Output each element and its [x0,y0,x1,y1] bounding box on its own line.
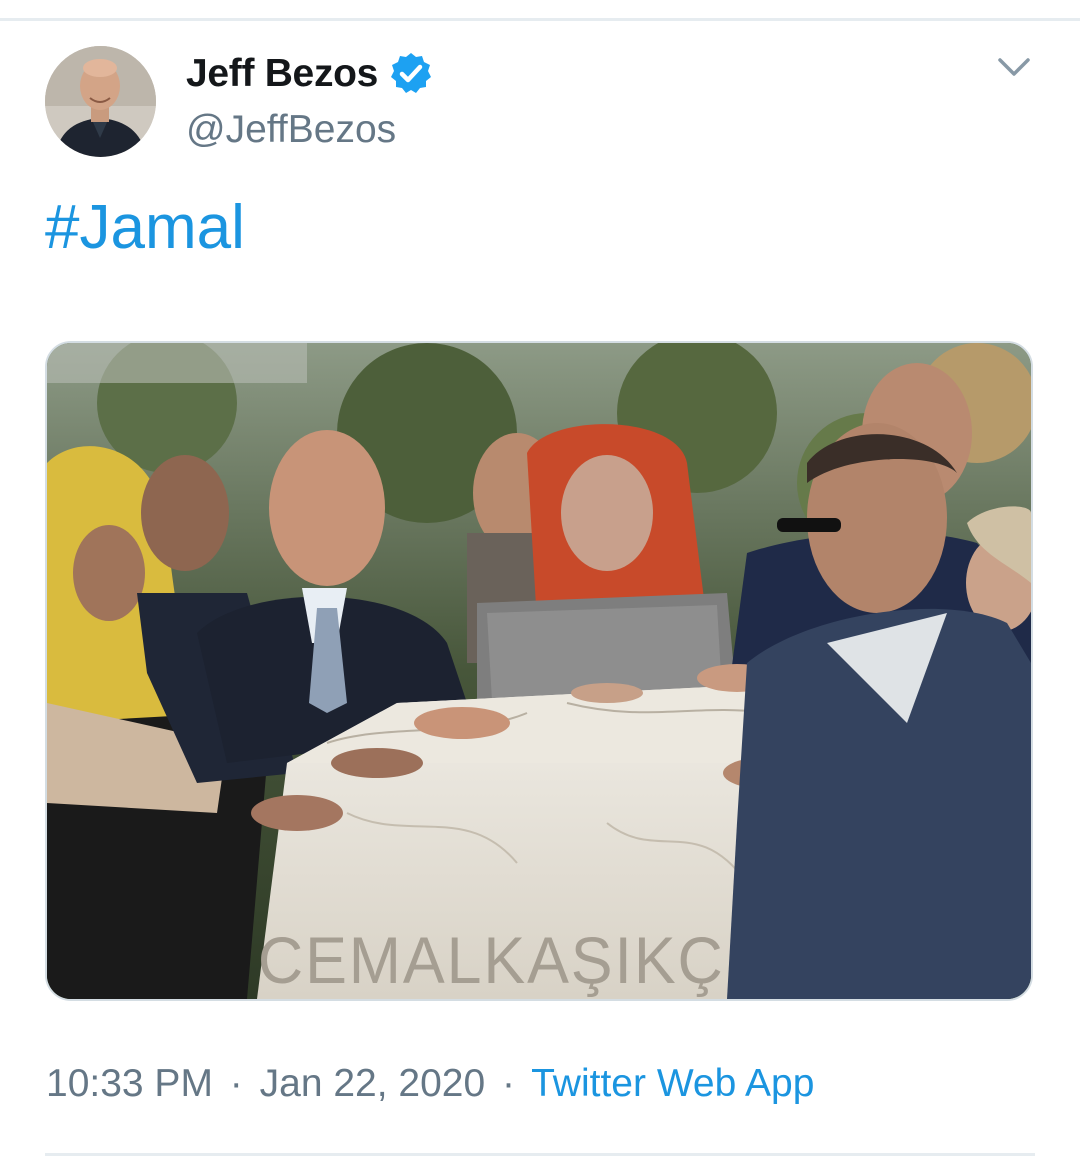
tweet-hashtag-link[interactable]: #Jamal [45,192,245,263]
verified-badge-icon [391,53,432,93]
meta-separator: · [502,1062,515,1105]
author-avatar[interactable] [45,46,156,157]
author-name-row: Jeff Bezos [186,50,434,98]
avatar-image [45,46,156,157]
tweet-source-link[interactable]: Twitter Web App [531,1062,814,1105]
tweet-date[interactable]: Jan 22, 2020 [260,1062,486,1105]
meta-separator: · [229,1062,243,1105]
tweet-photo[interactable]: CEMALKAŞIKÇI [45,341,1033,1001]
bottom-divider [45,1153,1035,1156]
tweet-metadata: 10:33 PM · Jan 22, 2020 · Twitter Web Ap… [46,1062,814,1106]
chevron-down-icon[interactable] [996,52,1032,82]
top-divider [0,18,1080,21]
author-display-name[interactable]: Jeff Bezos [186,52,378,96]
stone-inscription: CEMALKAŞIKÇI [258,924,744,998]
photo-scene: CEMALKAŞIKÇI [47,343,1031,999]
author-handle[interactable]: @JeffBezos [186,108,396,152]
tweet-time[interactable]: 10:33 PM [46,1062,213,1105]
